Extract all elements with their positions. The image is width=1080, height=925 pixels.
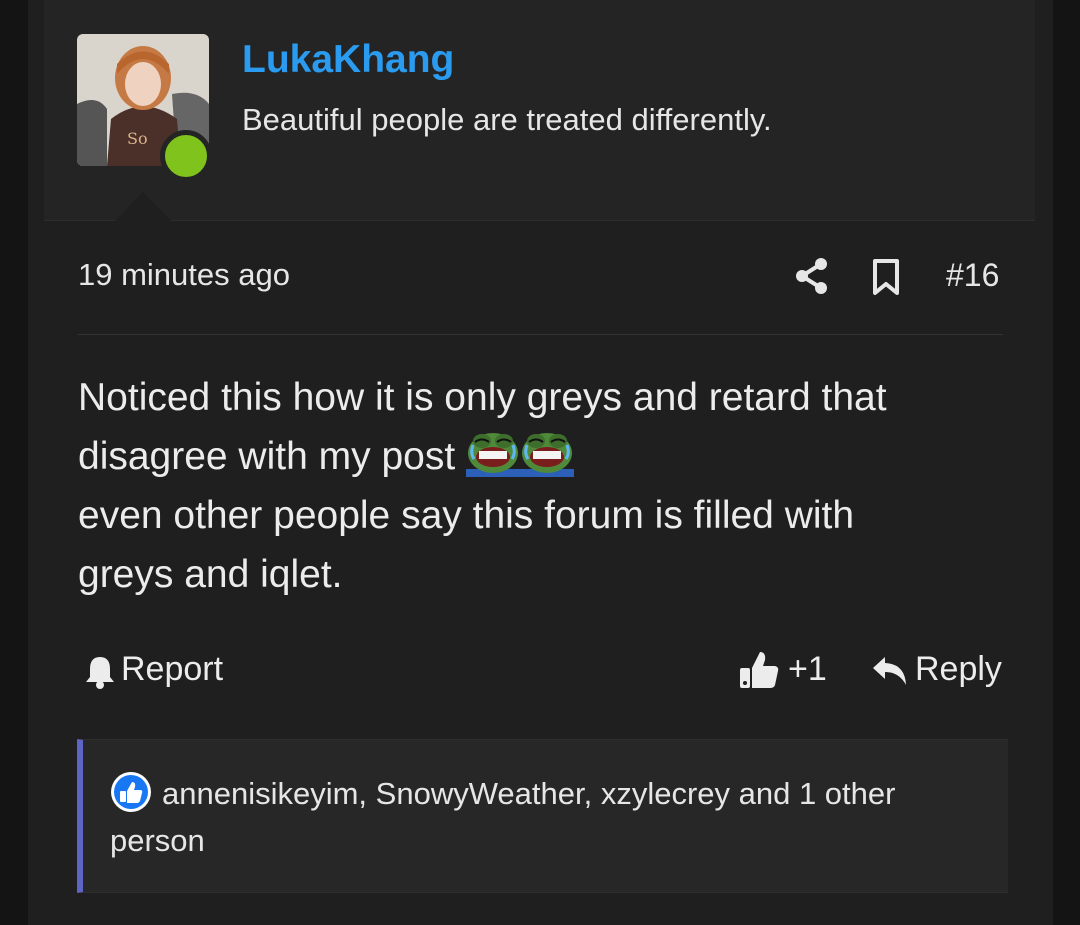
username-link[interactable]: LukaKhang xyxy=(242,38,454,82)
message-line: Noticed this how it is only greys and re… xyxy=(78,376,887,419)
reactions-users-link[interactable]: annenisikeyim, SnowyWeather, xzylecrey a… xyxy=(110,770,970,864)
bookmark-icon[interactable] xyxy=(870,258,902,296)
share-icon[interactable] xyxy=(794,256,830,296)
message-line: disagree with my post xyxy=(78,435,456,478)
bell-icon[interactable] xyxy=(84,654,116,690)
report-button[interactable]: Report xyxy=(121,650,223,689)
thumbs-up-icon[interactable] xyxy=(738,648,780,690)
laughing-frog-emoji xyxy=(466,429,521,477)
laughing-frog-emoji xyxy=(520,429,575,477)
divider xyxy=(78,334,1003,335)
message-line: greys and iqlet. xyxy=(78,553,343,596)
post-number-link[interactable]: #16 xyxy=(946,257,999,294)
reply-icon[interactable] xyxy=(871,655,909,687)
message-line: even other people say this forum is fill… xyxy=(78,494,855,537)
online-status-indicator xyxy=(160,130,212,182)
header-pointer xyxy=(115,192,171,221)
post-message: Noticed this how it is only greys and re… xyxy=(78,368,978,604)
svg-text:So: So xyxy=(127,129,148,148)
reply-button[interactable]: Reply xyxy=(915,650,1002,689)
user-title: Beautiful people are treated differently… xyxy=(242,102,772,137)
post-timestamp[interactable]: 19 minutes ago xyxy=(78,257,290,293)
like-count[interactable]: +1 xyxy=(788,650,827,689)
